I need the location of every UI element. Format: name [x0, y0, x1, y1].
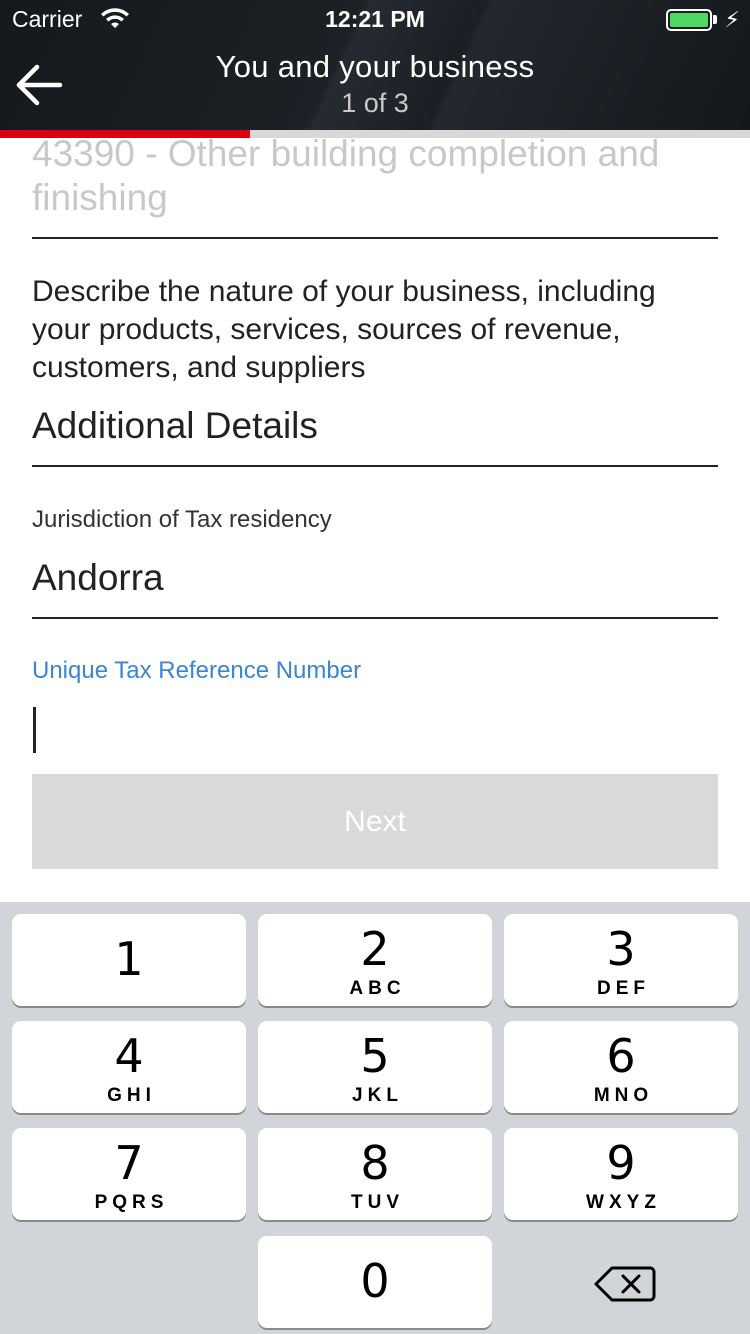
key-digit: 2	[360, 922, 390, 976]
numeric-keypad: 1 2 ABC 3 DEF 4 GHI 5 JKL 6 MNO 7 PQRS 8…	[0, 902, 750, 1334]
key-5[interactable]: 5 JKL	[258, 1021, 492, 1113]
backspace-icon[interactable]	[590, 1259, 660, 1309]
key-3[interactable]: 3 DEF	[504, 914, 738, 1006]
key-9[interactable]: 9 WXYZ	[504, 1128, 738, 1220]
key-digit: 0	[360, 1254, 390, 1308]
utr-input-cursor[interactable]	[33, 707, 36, 753]
tax-jurisdiction-label: Jurisdiction of Tax residency	[32, 506, 332, 533]
key-digit: 7	[114, 1136, 144, 1190]
status-bar: Carrier 12:21 PM ⚡	[0, 0, 750, 40]
key-letters: DEF	[597, 978, 650, 999]
charging-icon: ⚡	[724, 7, 740, 32]
key-digit: 4	[114, 1029, 144, 1083]
key-digit: 9	[606, 1136, 636, 1190]
step-indicator: 1 of 3	[341, 88, 409, 118]
key-digit: 5	[360, 1029, 390, 1083]
key-digit: 3	[606, 922, 636, 976]
key-2[interactable]: 2 ABC	[258, 914, 492, 1006]
key-0[interactable]: 0	[258, 1236, 492, 1328]
tax-jurisdiction-underline	[32, 617, 718, 619]
key-digit: 8	[360, 1136, 390, 1190]
key-7[interactable]: 7 PQRS	[12, 1128, 246, 1220]
status-time: 12:21 PM	[325, 6, 425, 32]
app-header: Carrier 12:21 PM ⚡ You and your business…	[0, 0, 750, 130]
key-6[interactable]: 6 MNO	[504, 1021, 738, 1113]
key-letters: PQRS	[94, 1192, 169, 1213]
key-letters: WXYZ	[586, 1192, 661, 1213]
key-8[interactable]: 8 TUV	[258, 1128, 492, 1220]
key-digit: 1	[114, 932, 144, 986]
key-letters: JKL	[352, 1085, 403, 1106]
business-activity-field[interactable]: 43390 - Other building completion and fi…	[32, 132, 718, 220]
next-button[interactable]: Next	[32, 774, 718, 869]
tax-jurisdiction-select[interactable]: Andorra	[32, 557, 164, 599]
key-letters: ABC	[349, 978, 406, 999]
utr-label: Unique Tax Reference Number	[32, 657, 362, 684]
key-letters: GHI	[107, 1085, 156, 1106]
key-1[interactable]: 1	[12, 914, 246, 1006]
key-letters: MNO	[593, 1085, 654, 1106]
battery-tip	[713, 15, 717, 24]
business-description-prompt: Describe the nature of your business, in…	[32, 275, 656, 384]
key-letters: TUV	[351, 1192, 404, 1213]
business-activity-underline	[32, 237, 718, 239]
page-title: You and your business	[215, 49, 535, 84]
battery-icon	[666, 9, 712, 31]
key-digit: 6	[606, 1029, 636, 1083]
key-4[interactable]: 4 GHI	[12, 1021, 246, 1113]
additional-details-underline	[32, 465, 718, 467]
additional-details-field[interactable]: Additional Details	[32, 405, 318, 447]
